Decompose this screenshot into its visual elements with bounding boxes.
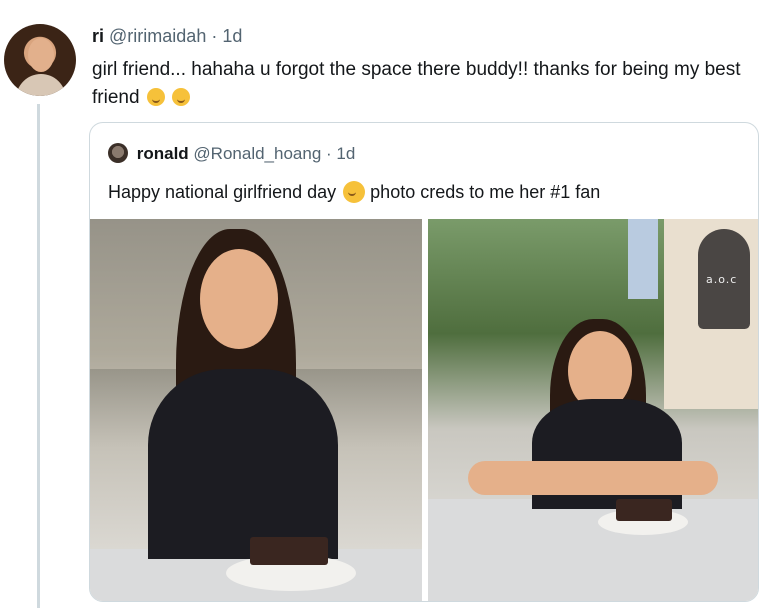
quoted-author-handle[interactable]: @Ronald_hoang (193, 144, 321, 163)
bottle-label: a.o.c (706, 273, 738, 286)
quoted-author-avatar[interactable] (108, 143, 128, 163)
tweet[interactable]: ri @ririmaidah · 1d girl friend... hahah… (0, 0, 760, 608)
tweet-text: girl friend... hahaha u forgot the space… (92, 56, 742, 112)
separator: · (326, 144, 332, 163)
tweet-time[interactable]: 1d (222, 26, 242, 46)
author-handle[interactable]: @ririmaidah (109, 26, 206, 46)
quoted-author-name[interactable]: ronald (137, 144, 189, 163)
quoted-tweet[interactable]: ronald @Ronald_hoang · 1d Happy national… (89, 122, 759, 602)
quoted-text-after: photo creds to me her #1 fan (370, 182, 601, 202)
quoted-tweet-time[interactable]: 1d (336, 144, 355, 163)
upside-down-face-emoji-icon (146, 88, 165, 106)
quoted-tweet-header: ronald @Ronald_hoang · 1d (108, 143, 355, 164)
relieved-face-emoji-icon (172, 88, 191, 106)
thread-line (37, 104, 40, 608)
author-avatar[interactable] (4, 24, 76, 96)
photo-left[interactable] (90, 219, 422, 601)
photo-right[interactable]: a.o.c (428, 219, 758, 601)
separator: · (211, 26, 218, 46)
smiling-face-with-hearts-emoji-icon (343, 181, 366, 203)
tweet-text-body: girl friend... hahaha u forgot the space… (92, 59, 741, 108)
quoted-text-before: Happy national girlfriend day (108, 182, 337, 202)
tweet-header: ri @ririmaidah · 1d (92, 26, 242, 47)
quoted-tweet-text: Happy national girlfriend day photo cred… (108, 181, 600, 203)
author-name[interactable]: ri (92, 26, 104, 46)
